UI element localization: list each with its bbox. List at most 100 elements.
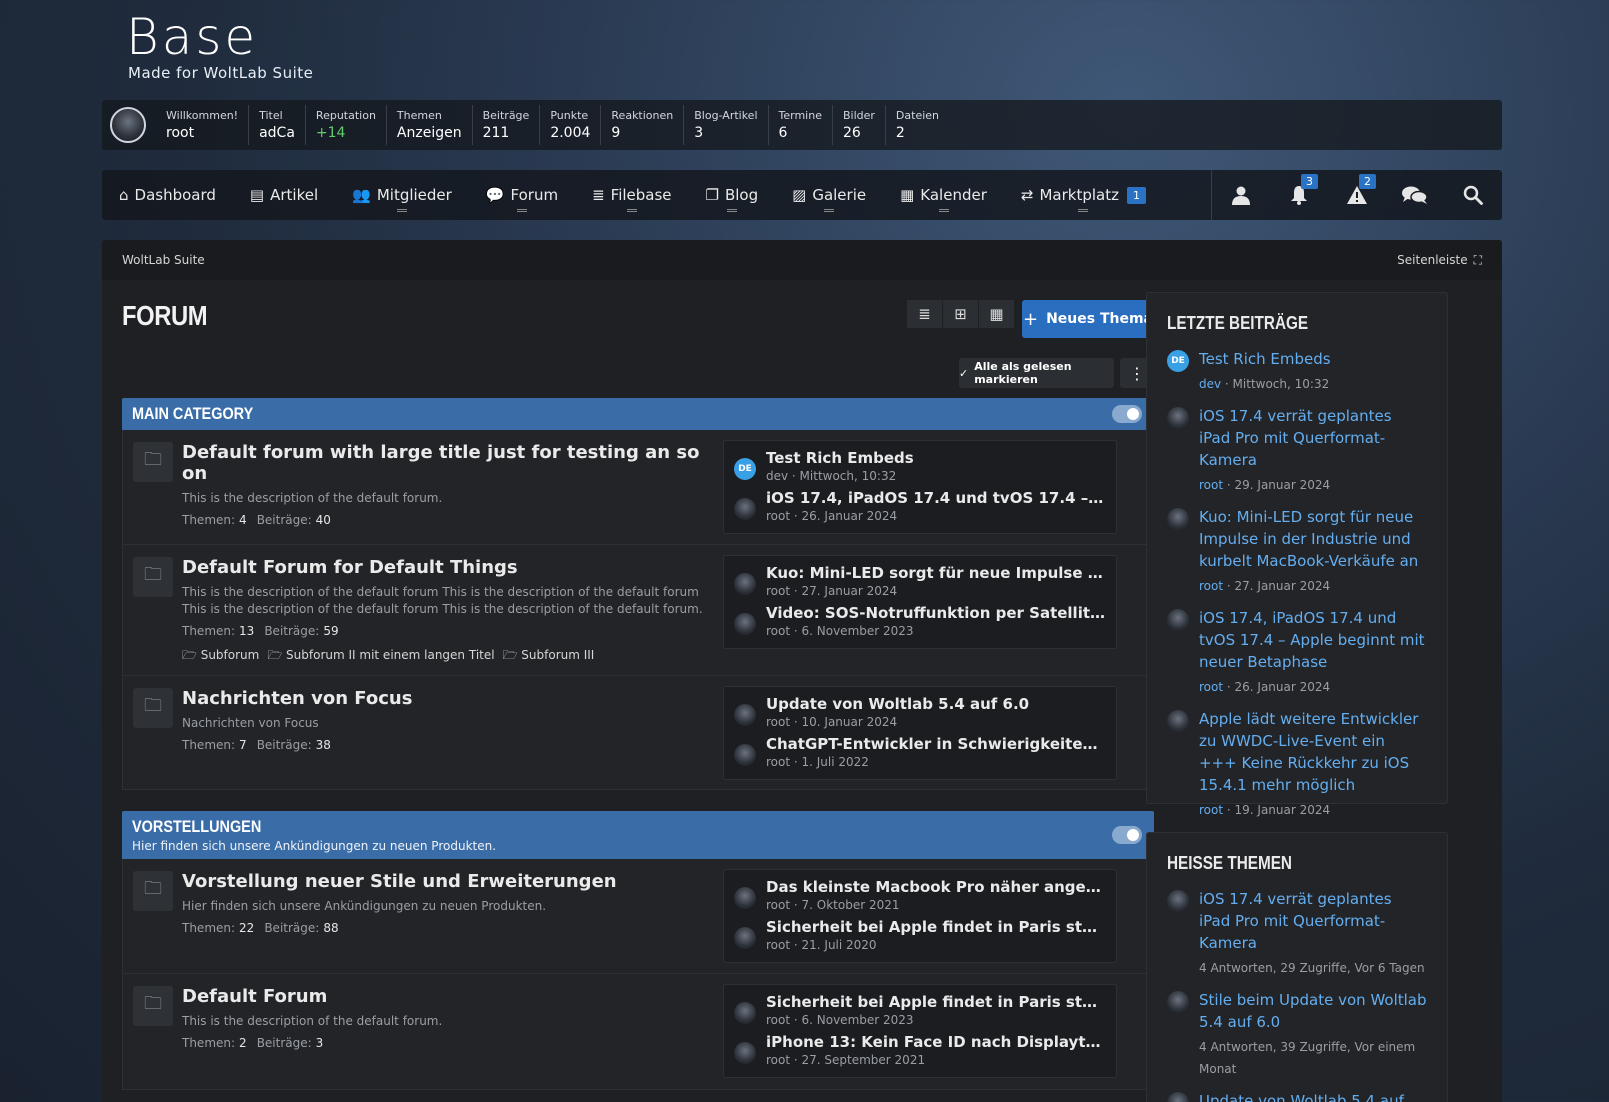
post-author[interactable]: dev (1199, 377, 1221, 391)
stat-files[interactable]: Dateien 2 (886, 105, 949, 145)
stat-blog-articles[interactable]: Blog-Artikel 3 (684, 105, 769, 145)
last-post-title[interactable]: Test Rich Embeds (766, 449, 1106, 467)
stat-value: 9 (611, 125, 621, 141)
stat-topics[interactable]: Themen Anzeigen (387, 105, 473, 145)
last-post-item[interactable]: iPhone 13: Kein Face ID nach Displaytaus… (724, 1031, 1116, 1071)
last-post-item[interactable]: Kuo: Mini-LED sorgt für neue Impulse in … (724, 562, 1116, 602)
user-avatar[interactable] (734, 498, 756, 520)
user-avatar[interactable] (734, 927, 756, 949)
last-post-item[interactable]: DE Test Rich Embeds dev · Mittwoch, 10:32 (724, 447, 1116, 487)
forum-stats: Themen: 22 Beiträge: 88 (182, 921, 712, 935)
last-post-title[interactable]: Sicherheit bei Apple findet in Paris sta… (766, 993, 1106, 1011)
hot-topic-title[interactable]: Stile beim Update von Woltlab 5.4 auf 6.… (1199, 989, 1427, 1033)
category-title[interactable]: VORSTELLUNGEN (132, 817, 261, 837)
hot-topic-title[interactable]: Update von Woltlab 5.4 auf 6.0 (1199, 1090, 1427, 1102)
stat-label: Themen (396, 109, 442, 122)
user-avatar[interactable]: DE (734, 458, 756, 480)
category-title[interactable]: MAIN CATEGORY (132, 404, 253, 424)
last-post-title[interactable]: iPhone 13: Kein Face ID nach Displaytaus… (766, 1033, 1106, 1051)
stat-posts[interactable]: Beiträge 211 (473, 105, 541, 145)
moderation-button[interactable]: 2 (1328, 170, 1386, 220)
user-avatar[interactable] (1167, 890, 1189, 912)
post-author[interactable]: root (1199, 680, 1223, 694)
sidebar-post-title[interactable]: iOS 17.4 verrät geplantes iPad Pro mit Q… (1199, 405, 1427, 471)
user-avatar[interactable] (734, 744, 756, 766)
nav-item-filebase[interactable]: ≣ Filebase (575, 170, 688, 220)
stat-events[interactable]: Termine 6 (769, 105, 833, 145)
forum-title[interactable]: Default Forum for Default Things (182, 557, 712, 578)
last-post-item[interactable]: Das kleinste Macbook Pro näher angesehen… (724, 876, 1116, 916)
site-logo[interactable]: Base Made for WoltLab Suite (126, 10, 313, 82)
user-avatar[interactable] (734, 1042, 756, 1064)
last-post-title[interactable]: iOS 17.4, iPadOS 17.4 und tvOS 17.4 – Ap… (766, 489, 1106, 507)
last-post-title[interactable]: ChatGPT-Entwickler in Schwierigkeiten: V… (766, 735, 1106, 753)
category-collapse-toggle[interactable] (1112, 826, 1142, 844)
last-post-title[interactable]: Das kleinste Macbook Pro näher angesehen (766, 878, 1106, 896)
nav-label: Filebase (610, 186, 672, 204)
nav-item-dashboard[interactable]: ⌂ Dashboard (102, 170, 233, 220)
post-author[interactable]: root (1199, 478, 1223, 492)
sidebar-post-title[interactable]: iOS 17.4, iPadOS 17.4 und tvOS 17.4 – Ap… (1199, 607, 1427, 673)
forum-title[interactable]: Default Forum (182, 986, 712, 1007)
post-author[interactable]: root (1199, 579, 1223, 593)
user-avatar[interactable] (1167, 609, 1189, 631)
stat-value[interactable]: Anzeigen (397, 125, 462, 141)
sidebar-post-title[interactable]: Test Rich Embeds (1199, 348, 1427, 370)
nav-label: Marktplatz (1039, 186, 1119, 204)
nav-item-galerie[interactable]: ▨ Galerie (775, 170, 883, 220)
user-avatar[interactable] (1167, 407, 1189, 429)
notifications-button[interactable]: 3 (1270, 170, 1328, 220)
user-avatar[interactable] (1167, 1092, 1189, 1102)
user-avatar[interactable] (1167, 991, 1189, 1013)
table-view-button[interactable]: ▦ (979, 300, 1015, 328)
sidebar-post-title[interactable]: Apple lädt weitere Entwickler zu WWDC-Li… (1199, 708, 1427, 796)
user-avatar[interactable] (734, 704, 756, 726)
forum-title[interactable]: Vorstellung neuer Stile und Erweiterunge… (182, 871, 712, 892)
sidebar-toggle[interactable]: Seitenleiste ⛶ (1397, 253, 1482, 268)
subforum-link[interactable]: 🗁 Subforum II mit einem langen Titel (267, 646, 494, 667)
user-avatar[interactable] (1167, 508, 1189, 530)
nav-item-forum[interactable]: 💬 Forum (469, 170, 575, 220)
conversations-button[interactable] (1386, 170, 1444, 220)
last-post-item[interactable]: Video: SOS-Notruffunktion per Satellit i… (724, 602, 1116, 642)
user-avatar[interactable] (734, 573, 756, 595)
forum-title[interactable]: Default forum with large title just for … (182, 442, 712, 484)
user-menu-button[interactable] (1212, 170, 1270, 220)
stat-welcome[interactable]: Willkommen! root (156, 105, 250, 145)
sidebar-post-title[interactable]: Kuo: Mini-LED sorgt für neue Impulse in … (1199, 506, 1427, 572)
grid-view-button[interactable]: ⊞ (943, 300, 979, 328)
last-post-title[interactable]: Kuo: Mini-LED sorgt für neue Impulse in … (766, 564, 1106, 582)
user-avatar[interactable] (110, 107, 146, 143)
forum-title[interactable]: Nachrichten von Focus (182, 688, 712, 709)
category-collapse-toggle[interactable] (1112, 405, 1142, 423)
last-post-title[interactable]: Sicherheit bei Apple findet in Paris sta… (766, 918, 1106, 936)
user-avatar[interactable] (734, 613, 756, 635)
last-post-item[interactable]: Sicherheit bei Apple findet in Paris sta… (724, 991, 1116, 1031)
user-avatar[interactable] (734, 887, 756, 909)
search-button[interactable] (1444, 170, 1502, 220)
nav-item-marktplatz[interactable]: ⇄ Marktplatz 1 (1004, 170, 1163, 220)
subforum-link[interactable]: 🗁 Subforum (182, 646, 259, 667)
hot-topic-title[interactable]: iOS 17.4 verrät geplantes iPad Pro mit Q… (1199, 888, 1427, 954)
last-post-title[interactable]: Video: SOS-Notruffunktion per Satellit i… (766, 604, 1106, 622)
stat-value: 2.004 (550, 125, 591, 141)
user-avatar[interactable]: DE (1167, 350, 1189, 372)
nav-item-kalender[interactable]: ▦ Kalender (883, 170, 1004, 220)
mark-all-read-button[interactable]: ✓ Alle als gelesen markieren (959, 358, 1114, 388)
nav-item-blog[interactable]: ❐ Blog (689, 170, 776, 220)
last-post-item[interactable]: ChatGPT-Entwickler in Schwierigkeiten: V… (724, 733, 1116, 773)
nav-item-mitglieder[interactable]: 👥 Mitglieder (335, 170, 469, 220)
last-post-title[interactable]: Update von Woltlab 5.4 auf 6.0 (766, 695, 1106, 713)
last-post-item[interactable]: Sicherheit bei Apple findet in Paris sta… (724, 916, 1116, 956)
new-topic-button[interactable]: + Neues Thema (1022, 300, 1154, 338)
stat-images[interactable]: Bilder 26 (833, 105, 886, 145)
user-avatar[interactable] (734, 1002, 756, 1024)
user-avatar[interactable] (1167, 710, 1189, 732)
last-post-item[interactable]: iOS 17.4, iPadOS 17.4 und tvOS 17.4 – Ap… (724, 487, 1116, 527)
list-view-button[interactable]: ≣ (907, 300, 943, 328)
subforum-link[interactable]: 🗁 Subforum III (503, 646, 595, 667)
nav-item-artikel[interactable]: ▤ Artikel (233, 170, 335, 220)
breadcrumb-link[interactable]: WoltLab Suite (122, 253, 205, 267)
post-author[interactable]: root (1199, 803, 1223, 817)
last-post-item[interactable]: Update von Woltlab 5.4 auf 6.0 root · 10.… (724, 693, 1116, 733)
